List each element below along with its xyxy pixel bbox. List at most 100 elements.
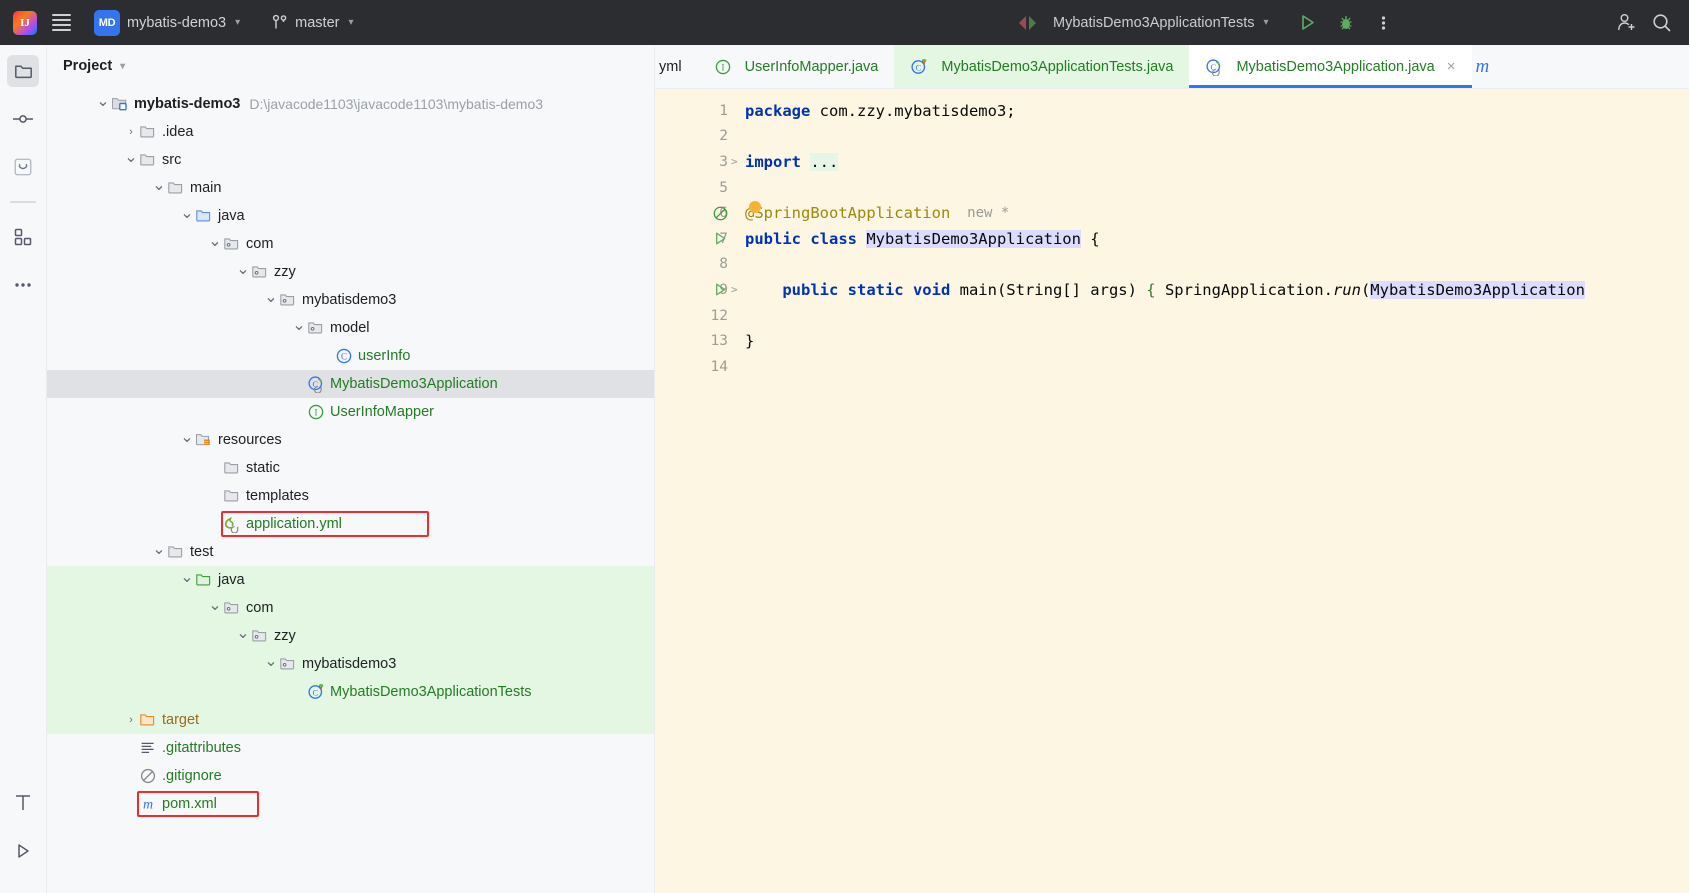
spring-class-icon: C bbox=[308, 376, 323, 393]
svg-text:I: I bbox=[721, 62, 724, 72]
test-source-folder-icon bbox=[195, 571, 213, 589]
package-icon bbox=[223, 599, 241, 617]
tree-item-test[interactable]: ⌄ test bbox=[47, 538, 654, 566]
tree-item-mybatisdemo3applicationtests[interactable]: C MybatisDemo3ApplicationTests bbox=[47, 678, 654, 706]
line-number: 6 bbox=[655, 200, 733, 226]
sidebar-item-more[interactable] bbox=[7, 269, 39, 301]
sidebar-item-ai-assistant[interactable] bbox=[7, 151, 39, 183]
main-menu-button[interactable] bbox=[44, 7, 78, 39]
chevron-down-icon[interactable]: ⌄ bbox=[179, 205, 195, 224]
tree-item-com[interactable]: ⌄ com bbox=[47, 230, 654, 258]
chevron-down-icon[interactable]: ▾ bbox=[120, 61, 125, 72]
tree-item-zzy[interactable]: ⌄ zzy bbox=[47, 622, 654, 650]
idea-logo-text: IJ bbox=[20, 16, 30, 29]
chevron-down-icon[interactable]: ⌄ bbox=[95, 93, 111, 112]
sidebar-item-terminal[interactable] bbox=[7, 787, 39, 819]
run-gutter-icon[interactable] bbox=[709, 230, 731, 247]
editor-tab-label: UserInfoMapper.java bbox=[744, 58, 879, 75]
chevron-down-icon[interactable]: ⌄ bbox=[151, 541, 167, 560]
tree-item-com[interactable]: ⌄ com bbox=[47, 594, 654, 622]
tree-item-java[interactable]: ⌄ java bbox=[47, 566, 654, 594]
chevron-down-icon[interactable]: ⌄ bbox=[207, 597, 223, 616]
folder-icon bbox=[223, 487, 241, 505]
chevron-down-icon[interactable]: ⌄ bbox=[235, 261, 251, 280]
editor-tab-bar[interactable]: yml I UserInfoMapper.java C MybatisDemo3Appl… bbox=[655, 45, 1689, 89]
spring-bean-icon[interactable] bbox=[709, 205, 731, 222]
sidebar-item-commit[interactable] bbox=[7, 103, 39, 135]
add-collaborator-button[interactable] bbox=[1609, 7, 1643, 39]
tree-item-label: mybatis-demo3 bbox=[134, 96, 241, 112]
project-tree[interactable]: ⌄ mybatis-demo3 D:\javacode1103\javacode11… bbox=[47, 87, 654, 893]
chevron-down-icon[interactable]: ⌄ bbox=[291, 317, 307, 336]
tree-item-resources[interactable]: ⌄ resources bbox=[47, 426, 654, 454]
sidebar-item-structure[interactable] bbox=[7, 221, 39, 253]
tree-item-label: templates bbox=[246, 488, 309, 504]
chevron-down-icon[interactable]: ⌄ bbox=[151, 177, 167, 196]
editor-tab-label: yml bbox=[659, 58, 682, 75]
project-selector[interactable]: MD mybatis-demo3 ▾ bbox=[86, 7, 248, 39]
sidebar-item-project[interactable] bbox=[7, 55, 39, 87]
tree-item-pom-xml[interactable]: m pom.xml bbox=[47, 790, 654, 818]
chevron-down-icon[interactable]: ⌄ bbox=[207, 233, 223, 252]
code-editor[interactable]: 1 2 3 >5 6 7 8 9 >12 13 14 package com.zzy.mybatis… bbox=[655, 89, 1689, 893]
chevron-down-icon[interactable]: ⌄ bbox=[235, 625, 251, 644]
tree-item--gitattributes[interactable]: .gitattributes bbox=[47, 734, 654, 762]
editor-tab-mybatisdemo3applicationtests-java[interactable]: C MybatisDemo3ApplicationTests.java bbox=[894, 45, 1190, 88]
debug-button[interactable] bbox=[1329, 7, 1363, 39]
editor-code-content[interactable]: package com.zzy.mybatisdemo3; import ...… bbox=[733, 89, 1689, 893]
editor-tab-m[interactable]: m bbox=[1472, 45, 1506, 88]
interface-icon: I bbox=[715, 59, 730, 74]
close-icon[interactable]: × bbox=[1447, 58, 1456, 75]
editor-tab-mybatisdemo3application-java[interactable]: C MybatisDemo3Application.java × bbox=[1189, 45, 1472, 88]
gitignore-icon bbox=[140, 768, 156, 784]
tree-item-mybatisdemo3application[interactable]: C MybatisDemo3Application bbox=[47, 370, 654, 398]
chevron-down-icon[interactable]: ⌄ bbox=[179, 429, 195, 448]
chevron-down-icon[interactable]: ⌄ bbox=[263, 289, 279, 308]
tree-item--idea[interactable]: › .idea bbox=[47, 118, 654, 146]
tree-item--gitignore[interactable]: .gitignore bbox=[47, 762, 654, 790]
run-icon bbox=[1302, 15, 1314, 30]
tree-item-userinfo[interactable]: CuserInfo bbox=[47, 342, 654, 370]
branch-selector[interactable]: master ▾ bbox=[264, 7, 361, 39]
tree-item-mybatisdemo3[interactable]: ⌄ mybatisdemo3 bbox=[47, 286, 654, 314]
tree-item-model[interactable]: ⌄ model bbox=[47, 314, 654, 342]
package-icon bbox=[307, 319, 325, 337]
tree-item-java[interactable]: ⌄ java bbox=[47, 202, 654, 230]
chevron-down-icon[interactable]: ⌄ bbox=[123, 149, 139, 168]
chevron-down-icon[interactable]: ⌄ bbox=[263, 653, 279, 672]
chevron-right-icon[interactable]: › bbox=[123, 124, 139, 140]
test-class-icon: C bbox=[307, 683, 325, 701]
resource-folder-icon bbox=[195, 431, 213, 449]
chevron-down-icon[interactable]: ⌄ bbox=[179, 569, 195, 588]
tree-item-zzy[interactable]: ⌄ zzy bbox=[47, 258, 654, 286]
tree-item-static[interactable]: static bbox=[47, 454, 654, 482]
editor-tab-label: MybatisDemo3ApplicationTests.java bbox=[941, 58, 1174, 75]
tree-item-main[interactable]: ⌄ main bbox=[47, 174, 654, 202]
tree-item-label: .gitattributes bbox=[162, 740, 241, 756]
tree-item-label: main bbox=[190, 180, 222, 196]
editor-tab-userinfomapper-java[interactable]: I UserInfoMapper.java bbox=[698, 45, 895, 88]
tree-item-src[interactable]: ⌄ src bbox=[47, 146, 654, 174]
tree-item-mybatis-demo3[interactable]: ⌄ mybatis-demo3 D:\javacode1103\javacode11… bbox=[47, 90, 654, 118]
text-file-icon bbox=[141, 742, 154, 754]
folder-icon bbox=[139, 151, 157, 169]
run-button[interactable] bbox=[1291, 7, 1325, 39]
sidebar-item-run[interactable] bbox=[7, 835, 39, 867]
package-icon bbox=[251, 263, 269, 281]
tree-item-application-yml[interactable]: application.yml bbox=[47, 510, 654, 538]
tree-item-label: MybatisDemo3Application bbox=[330, 376, 498, 392]
tree-item-templates[interactable]: templates bbox=[47, 482, 654, 510]
main-body: Project ▾ ⌄ mybatis-demo3 D:\javacode1103\… bbox=[0, 45, 1689, 893]
editor-gutter[interactable]: 1 2 3 >5 6 7 8 9 >12 13 14 bbox=[655, 89, 738, 893]
tree-item-mybatisdemo3[interactable]: ⌄ mybatisdemo3 bbox=[47, 650, 654, 678]
tree-item-target[interactable]: › target bbox=[47, 706, 654, 734]
editor-tab-yml[interactable]: yml bbox=[655, 45, 698, 88]
run-gutter-icon[interactable] bbox=[709, 281, 731, 298]
tree-item-userinfomapper[interactable]: I UserInfoMapper bbox=[47, 398, 654, 426]
package-icon bbox=[251, 627, 269, 645]
search-everywhere-button[interactable] bbox=[1645, 7, 1679, 39]
run-configuration-selector[interactable]: MybatisDemo3ApplicationTests ▾ bbox=[1045, 7, 1277, 39]
more-actions-button[interactable] bbox=[1367, 7, 1401, 39]
chevron-right-icon[interactable]: › bbox=[123, 712, 139, 728]
hamburger-icon bbox=[51, 14, 71, 31]
